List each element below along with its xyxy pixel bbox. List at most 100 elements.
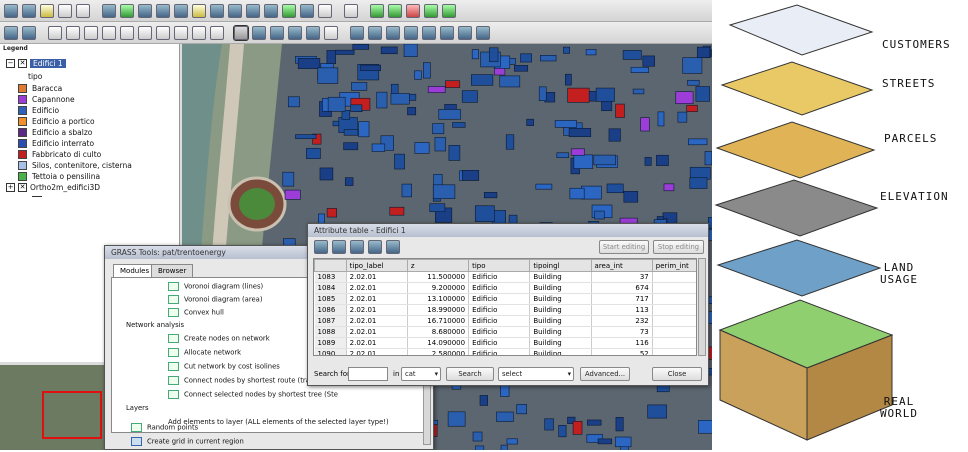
tab-browser[interactable]: Browser [151,264,194,277]
table-cell[interactable]: Building [529,337,592,349]
python-icon[interactable] [442,3,456,18]
table-cell[interactable]: 13.100000 [407,293,470,305]
select-icon[interactable] [233,24,249,41]
table-row[interactable]: 10862.02.0118.990000EdificioBuilding1138… [314,304,696,316]
map-tips-icon[interactable] [324,25,338,40]
module-item[interactable]: Add elements to layer (ALL elements of t… [168,418,389,426]
table-cell[interactable]: 14.090000 [407,337,470,349]
table-cell[interactable]: Building [529,271,592,283]
table-row[interactable]: 10852.02.0113.100000EdificioBuilding7171… [314,293,696,305]
open-table-icon[interactable] [252,25,266,40]
table-cell[interactable]: Edificio [468,326,531,338]
row-number[interactable]: 1088 [314,326,347,338]
tab-modules[interactable]: Modules [113,264,157,277]
table-cell[interactable]: 47 [652,337,696,349]
column-header[interactable]: tipo [468,259,531,272]
table-cell[interactable]: Edificio [468,293,531,305]
table-cell[interactable]: Building [529,293,592,305]
remove-selection-icon[interactable] [314,240,328,254]
table-cell[interactable]: 37 [591,271,653,283]
gps-icon[interactable] [388,3,402,18]
table-row[interactable]: 10902.02.012.580000EdificioBuilding5232 [314,348,696,355]
row-number[interactable]: 1089 [314,337,347,349]
table-cell[interactable]: 113 [591,304,653,316]
table-cell[interactable]: 2.02.01 [346,326,408,338]
new-layer-icon[interactable] [174,3,188,18]
legend-layer-edifici[interactable]: − ✕ Edifici 1 [6,57,66,69]
table-scrollbar[interactable] [698,258,706,356]
module-item[interactable]: Convex hull [168,308,224,317]
table-cell[interactable]: 180 [652,293,696,305]
hide-all-icon[interactable] [246,3,260,18]
module-item[interactable]: Cut network by cost isolines [168,362,280,371]
module-group[interactable]: Network analysis [126,321,184,329]
row-number[interactable]: 1087 [314,315,347,327]
table-cell[interactable]: 2.02.01 [346,282,408,294]
move-feature-icon[interactable] [84,25,98,40]
table-cell[interactable]: Edificio [468,337,531,349]
module-item[interactable]: Connect selected nodes by shortest tree … [168,390,338,399]
table-row[interactable]: 10842.02.019.200000EdificioBuilding67411… [314,282,696,294]
zoom-layer-icon[interactable] [440,25,454,40]
table-cell[interactable]: Building [529,304,592,316]
row-number[interactable]: 1086 [314,304,347,316]
table-cell[interactable]: Building [529,282,592,294]
legend-layer-ortho[interactable]: + ✕ Ortho2m_edifici3D [6,181,100,193]
table-cell[interactable]: Edificio [468,304,531,316]
add-ring-icon[interactable] [138,25,152,40]
table-cell[interactable]: 8.680000 [407,326,470,338]
table-cell[interactable]: Edificio [468,282,531,294]
row-number[interactable]: 1090 [314,348,347,355]
table-row[interactable]: 10832.02.0111.500000EdificioBuilding3725 [314,271,696,283]
row-number[interactable]: 1083 [314,271,347,283]
table-cell[interactable]: Building [529,315,592,327]
table-cell[interactable]: 52 [591,348,653,355]
add-raster-icon[interactable] [120,3,134,18]
visibility-checkbox[interactable]: ✕ [18,58,27,68]
module-item[interactable]: Voronoi diagram (lines) [168,282,263,291]
start-editing-button[interactable]: Start editing [599,240,649,254]
column-header[interactable]: perim_int [651,259,696,272]
add-island-icon[interactable] [156,25,170,40]
identify-icon[interactable] [270,25,284,40]
zoom-last-icon[interactable] [458,25,472,40]
table-cell[interactable]: 32 [652,348,696,355]
measure-line-icon[interactable] [288,25,302,40]
table-cell[interactable]: Edificio [468,271,531,283]
module-item[interactable]: Create nodes on network [168,334,270,343]
add-wms-icon[interactable] [156,3,170,18]
search-input[interactable] [348,367,388,381]
table-cell[interactable]: 2.02.01 [346,304,408,316]
table-cell[interactable]: 88 [652,304,696,316]
expand-icon[interactable]: − [6,58,15,68]
column-header[interactable]: z [406,259,470,272]
capture-polygon-icon[interactable] [66,25,80,40]
table-cell[interactable]: 2.02.01 [346,293,408,305]
show-all-icon[interactable] [228,3,242,18]
delete-icon[interactable] [406,3,420,18]
table-row[interactable]: 10892.02.0114.090000EdificioBuilding1164… [314,337,696,349]
table-cell[interactable]: 2.02.01 [346,337,408,349]
plugin-icon[interactable] [370,3,384,18]
measure-area-icon[interactable] [306,25,320,40]
module-item[interactable]: Create grid in current region [131,437,244,446]
print-icon[interactable] [76,3,90,18]
split-icon[interactable] [102,25,116,40]
new-project-icon[interactable] [4,3,18,18]
table-cell[interactable]: 2.02.01 [346,348,408,355]
add-postgis-icon[interactable] [138,3,152,18]
table-cell[interactable]: Building [529,348,592,355]
close-button[interactable]: Close [652,367,702,381]
field-select[interactable]: cat ▾ [401,367,441,381]
search-button[interactable]: Search [446,367,494,381]
pan-icon[interactable] [350,25,364,40]
grass-vector-icon[interactable] [300,3,314,18]
module-item[interactable]: Allocate network [168,348,241,357]
selection-select[interactable]: select ▾ [498,367,574,381]
move-selected-top-icon[interactable] [332,240,346,254]
delete-feature-icon[interactable] [120,25,134,40]
table-cell[interactable]: 717 [591,293,653,305]
table-cell[interactable]: 73 [591,326,653,338]
stop-editing-button[interactable]: Stop editing [653,240,704,254]
table-row[interactable]: 10882.02.018.680000EdificioBuilding7335 [314,326,696,338]
